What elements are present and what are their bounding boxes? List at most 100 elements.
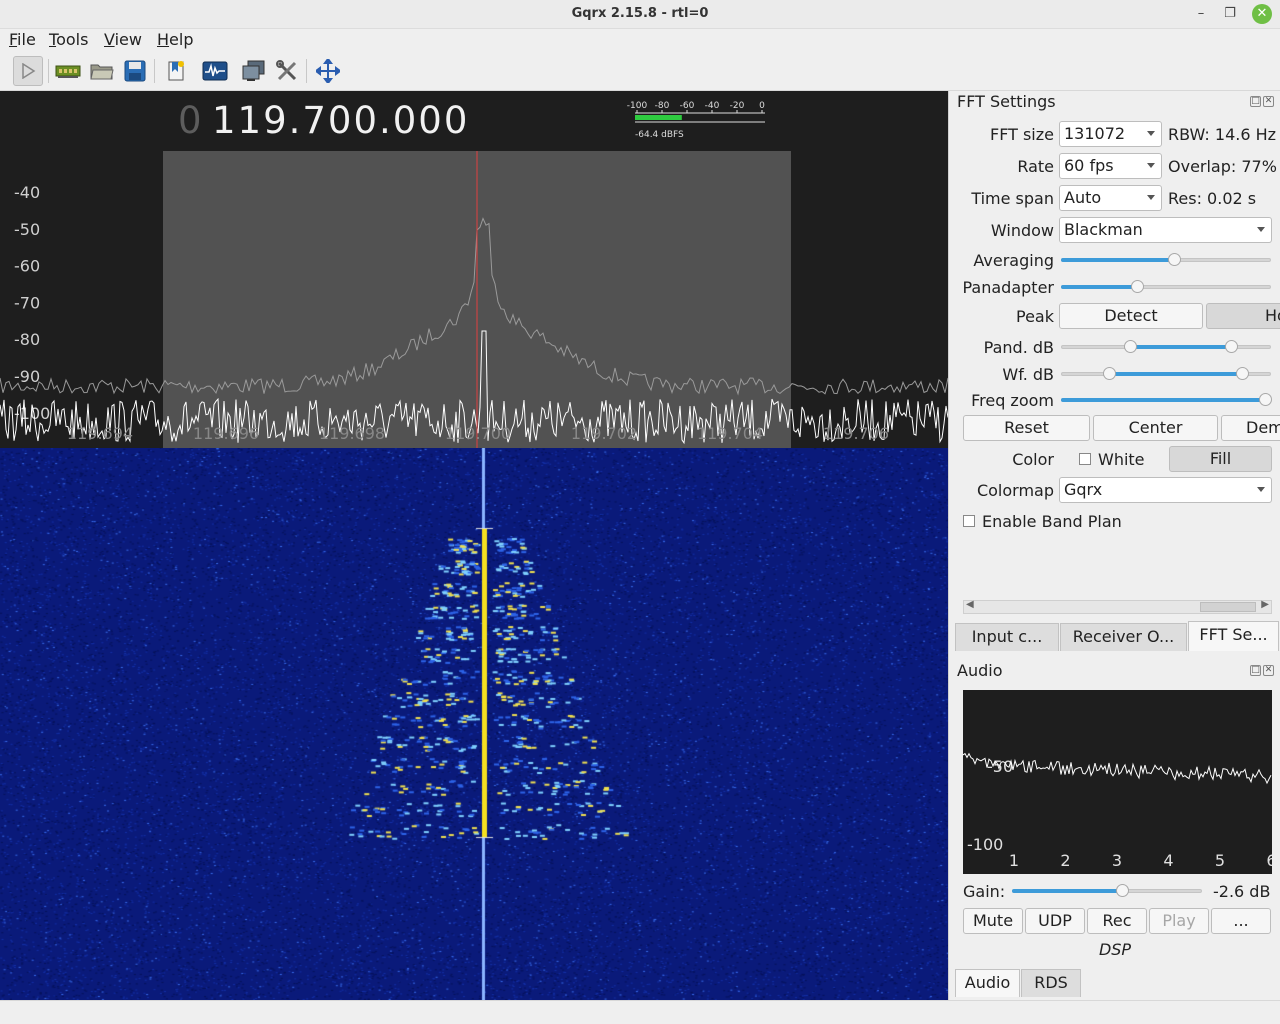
wf-db-range-slider[interactable] — [1061, 367, 1271, 381]
color-label: Color — [1012, 450, 1054, 469]
spectrum-x-tick: 119.704 — [697, 424, 763, 443]
spectrum-x-tick: 119.702 — [571, 424, 637, 443]
window-value: Blackman — [1064, 220, 1143, 239]
menu-help[interactable]: Help — [157, 30, 193, 49]
time-span-value: Auto — [1064, 188, 1102, 207]
freq-zoom-label: Freq zoom — [971, 391, 1054, 410]
meter-tick-label: -60 — [680, 101, 695, 111]
colormap-select[interactable]: Gqrx — [1059, 477, 1272, 503]
range-high-handle[interactable] — [1225, 340, 1239, 353]
gain-value: -2.6 dB — [1213, 882, 1271, 901]
averaging-label: Averaging — [973, 251, 1054, 270]
input-device-icon[interactable] — [53, 56, 83, 86]
spectrum-y-tick: -60 — [14, 257, 40, 276]
audio-x-tick: 2 — [1060, 851, 1070, 870]
maximize-button[interactable]: ❐ — [1220, 4, 1240, 24]
slider-handle[interactable] — [1116, 884, 1130, 897]
band-plan-label: Enable Band Plan — [982, 512, 1122, 531]
audio-fft-plot: -50-1001 2 3 4 5 6 — [963, 690, 1272, 874]
range-low-handle[interactable] — [1103, 367, 1117, 380]
spectrum-plot[interactable]: -40 -50 -60 -70 -80 -90 -100 119.694 119.696 119.… — [0, 91, 948, 448]
peak-hold-button[interactable]: Hold — [1206, 303, 1280, 329]
dsp-label: DSP — [1098, 940, 1132, 959]
range-high-handle[interactable] — [1235, 367, 1249, 380]
audio-x-tick: 6 — [1266, 851, 1272, 870]
zoom-center-button[interactable]: Center — [1093, 415, 1218, 441]
spectrum-x-tick: 119.694 — [67, 424, 133, 443]
scroll-right-icon[interactable]: ▶ — [1261, 599, 1269, 610]
rate-select[interactable]: 60 fps — [1059, 153, 1162, 179]
load-settings-icon[interactable] — [87, 56, 117, 86]
spectrum-x-tick: 119.700 — [445, 424, 511, 443]
fullscreen-icon[interactable] — [313, 56, 343, 86]
fft-size-select[interactable]: 131072 — [1059, 121, 1162, 147]
audio-options-button[interactable]: ... — [1211, 908, 1271, 934]
tab-receiver-options[interactable]: Receiver O... — [1060, 623, 1187, 651]
spectrum-x-tick: 119.696 — [193, 424, 259, 443]
start-dsp-icon[interactable] — [13, 56, 43, 86]
meter-reading: -64.4 dBFS — [635, 130, 684, 140]
status-bar — [0, 1000, 1280, 1024]
audio-gain-slider[interactable] — [1012, 884, 1202, 898]
right-dock: FFT Settings □ ✕ FFT size 131072 RBW: 14.… — [948, 91, 1280, 1000]
fill-button[interactable]: Fill — [1169, 446, 1272, 472]
resolution-info: Res: 0.02 s — [1168, 189, 1257, 208]
tab-input-controls[interactable]: Input c... — [955, 623, 1059, 651]
dsp-tools-icon[interactable] — [272, 56, 302, 86]
zoom-demod-label: Demod — [1246, 418, 1280, 437]
save-settings-icon[interactable] — [120, 56, 150, 86]
scroll-left-icon[interactable]: ◀ — [966, 599, 974, 610]
spectrum-y-tick: -40 — [14, 183, 40, 202]
fft-size-label: FFT size — [989, 125, 1054, 144]
audio-y-tick: -100 — [967, 835, 1003, 854]
zoom-reset-button[interactable]: Reset — [963, 415, 1090, 441]
fft-panel-scrollbar[interactable]: ◀ ▶ — [963, 599, 1272, 614]
play-button[interactable]: Play — [1149, 908, 1209, 934]
meter-tick-label: -40 — [705, 101, 720, 111]
freq-zoom-slider[interactable] — [1061, 393, 1272, 407]
udp-button[interactable]: UDP — [1025, 908, 1085, 934]
averaging-slider[interactable] — [1061, 253, 1271, 267]
slider-handle[interactable] — [1259, 393, 1272, 406]
fft-size-value: 131072 — [1064, 124, 1126, 143]
tab-rds[interactable]: RDS — [1021, 969, 1081, 997]
time-span-select[interactable]: Auto — [1059, 185, 1162, 211]
range-low-handle[interactable] — [1124, 340, 1138, 353]
menu-view[interactable]: View — [104, 30, 142, 49]
remote-control-icon[interactable] — [239, 56, 269, 86]
scrollbar-thumb[interactable] — [1200, 602, 1256, 612]
menu-tools[interactable]: Tools — [49, 30, 88, 49]
band-plan-checkbox[interactable] — [963, 515, 975, 527]
close-button[interactable]: ✕ — [1252, 4, 1272, 24]
tab-audio[interactable]: Audio — [955, 969, 1020, 997]
frequency-value[interactable]: 119.700.000 — [212, 99, 469, 142]
audio-dock-buttons[interactable]: □ ✕ — [1250, 665, 1274, 677]
slider-handle[interactable] — [1168, 253, 1182, 266]
peak-label: Peak — [1016, 307, 1054, 326]
audio-x-tick: 1 — [1009, 851, 1019, 870]
plot-area: -40 -50 -60 -70 -80 -90 -100 119.694 119.696 119.… — [0, 91, 948, 1000]
zoom-demod-button[interactable]: Demod — [1221, 415, 1280, 441]
window-select[interactable]: Blackman — [1059, 217, 1272, 243]
fft-dock-buttons[interactable]: □ ✕ — [1250, 96, 1274, 108]
mute-button[interactable]: Mute — [963, 908, 1023, 934]
title-bar: Gqrx 2.15.8 - rtl=0 – ❐ ✕ — [0, 0, 1280, 29]
menu-file[interactable]: File — [9, 30, 36, 49]
pand-db-label: Pand. dB — [983, 338, 1054, 357]
audio-panel-title: Audio — [957, 661, 1003, 680]
waterfall-display[interactable] — [0, 448, 948, 1000]
time-span-label: Time span — [971, 189, 1054, 208]
iq-tool-icon[interactable] — [200, 56, 230, 86]
audio-x-tick: 3 — [1112, 851, 1122, 870]
record-button[interactable]: Rec — [1087, 908, 1147, 934]
slider-handle[interactable] — [1130, 280, 1144, 293]
panadapter-slider[interactable] — [1061, 280, 1271, 294]
frequency-leading-digit[interactable]: 0 — [178, 99, 202, 142]
peak-detect-button[interactable]: Detect — [1059, 303, 1203, 329]
tab-fft-settings[interactable]: FFT Se... — [1188, 621, 1279, 651]
minimize-button[interactable]: – — [1191, 4, 1211, 24]
bookmarks-icon[interactable] — [161, 56, 191, 86]
pand-db-range-slider[interactable] — [1061, 340, 1271, 354]
white-checkbox[interactable] — [1079, 453, 1091, 465]
panadapter-label: Panadapter — [962, 278, 1055, 297]
